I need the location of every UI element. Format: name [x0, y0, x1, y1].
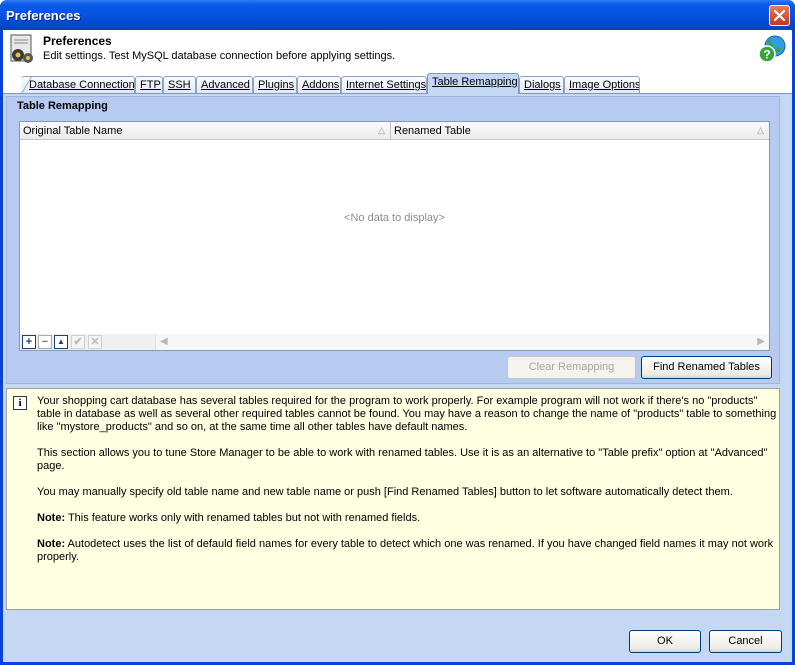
- info-panel: i Your shopping cart database has severa…: [6, 388, 780, 610]
- info-note: Note: This feature works only with renam…: [37, 512, 781, 525]
- column-header-original-table-name[interactable]: Original Table Name △: [20, 122, 391, 140]
- scroll-right-icon[interactable]: ▶: [757, 336, 765, 347]
- close-icon: [774, 10, 785, 21]
- grid-navigator: + − ▲ ✔ ✕ ◀ ▶: [20, 334, 769, 350]
- window-title: Preferences: [6, 8, 81, 23]
- header-title: Preferences: [43, 34, 112, 48]
- info-icon: i: [13, 396, 27, 410]
- clear-remapping-button[interactable]: Clear Remapping: [507, 356, 636, 379]
- tab-image-options[interactable]: Image Options: [564, 76, 640, 94]
- tab-label: Plugins: [258, 79, 295, 91]
- tab-internet-settings[interactable]: Internet Settings: [341, 76, 427, 94]
- add-row-button[interactable]: +: [22, 335, 36, 349]
- tab-label: SSH: [168, 79, 191, 91]
- note-text: This feature works only with renamed tab…: [65, 512, 421, 524]
- tab-database-connection[interactable]: Database Connection: [21, 76, 135, 94]
- tab-advanced[interactable]: Advanced: [196, 76, 253, 94]
- remapping-grid[interactable]: Original Table Name △ Renamed Table △ <N…: [19, 121, 770, 351]
- tab-dialogs[interactable]: Dialogs: [519, 76, 564, 94]
- info-note: Note: Autodetect uses the list of defaul…: [37, 538, 781, 564]
- scroll-left-icon[interactable]: ◀: [160, 336, 168, 347]
- info-paragraph: This section allows you to tune Store Ma…: [37, 447, 768, 472]
- header-subtitle: Edit settings. Test MySQL database conne…: [43, 50, 396, 62]
- tab-label: Database Connection: [29, 79, 135, 91]
- help-globe-icon[interactable]: ?: [758, 35, 786, 63]
- tab-label: FTP: [140, 79, 161, 91]
- tab-label: Advanced: [201, 79, 250, 91]
- column-label: Renamed Table: [394, 125, 471, 137]
- note-text: Autodetect uses the list of defauld fiel…: [37, 538, 774, 563]
- group-title: Table Remapping: [17, 100, 108, 112]
- find-renamed-tables-button[interactable]: Find Renamed Tables: [641, 356, 772, 379]
- accept-edit-button[interactable]: ✔: [71, 335, 85, 349]
- grid-header: Original Table Name △ Renamed Table △: [20, 122, 769, 140]
- ok-button[interactable]: OK: [629, 630, 701, 653]
- horizontal-scrollbar[interactable]: ◀ ▶: [155, 334, 769, 350]
- tab-strip: Database Connection FTP SSH Advanced Plu…: [3, 70, 792, 94]
- move-up-button[interactable]: ▲: [54, 335, 68, 349]
- note-label: Note:: [37, 538, 66, 550]
- settings-gears-icon: [7, 33, 37, 65]
- remove-row-button[interactable]: −: [38, 335, 52, 349]
- title-bar[interactable]: Preferences: [0, 0, 795, 30]
- tab-ftp[interactable]: FTP: [135, 76, 163, 94]
- close-button[interactable]: [769, 5, 790, 26]
- info-paragraph: Your shopping cart database has several …: [37, 395, 777, 433]
- tab-label: Image Options: [569, 79, 640, 91]
- column-header-renamed-table[interactable]: Renamed Table △: [391, 122, 769, 140]
- tab-label: Internet Settings: [346, 79, 427, 91]
- note-label: Note:: [37, 512, 66, 524]
- sort-triangle-icon: △: [378, 125, 385, 135]
- column-label: Original Table Name: [23, 125, 123, 137]
- tab-addons[interactable]: Addons: [297, 76, 341, 94]
- tab-ssh[interactable]: SSH: [163, 76, 196, 94]
- preferences-window: Preferences Preferences Edit settings. T…: [0, 0, 795, 665]
- tab-table-remapping[interactable]: Table Remapping: [427, 73, 519, 94]
- dialog-client-area: Preferences Edit settings. Test MySQL da…: [3, 30, 792, 662]
- sort-triangle-icon: △: [757, 125, 764, 135]
- tab-divider: [3, 93, 792, 94]
- tab-label: Table Remapping: [432, 76, 518, 88]
- dialog-header: Preferences Edit settings. Test MySQL da…: [3, 30, 792, 70]
- cancel-edit-button[interactable]: ✕: [88, 335, 102, 349]
- table-remapping-group: Table Remapping Original Table Name △ Re…: [6, 96, 780, 384]
- tab-label: Dialogs: [524, 79, 561, 91]
- info-text: Your shopping cart database has several …: [37, 395, 781, 577]
- empty-grid-message: <No data to display>: [344, 212, 445, 224]
- tab-plugins[interactable]: Plugins: [253, 76, 297, 94]
- info-paragraph: You may manually specify old table name …: [37, 486, 733, 498]
- svg-text:?: ?: [763, 48, 770, 62]
- cancel-button[interactable]: Cancel: [709, 630, 782, 653]
- tab-label: Addons: [302, 79, 340, 91]
